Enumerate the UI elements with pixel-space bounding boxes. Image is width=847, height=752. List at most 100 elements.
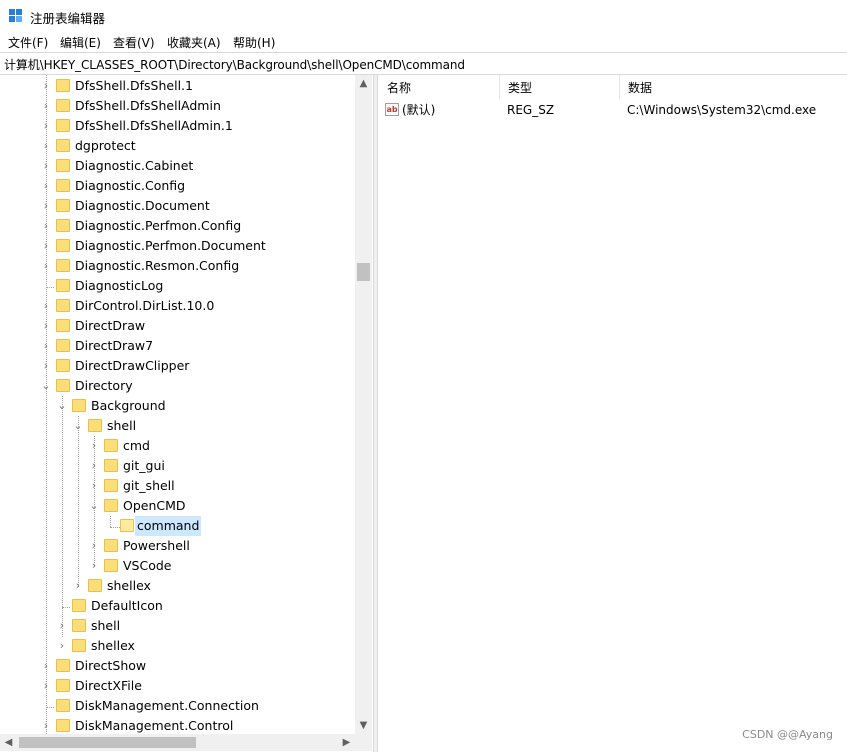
tree-item-label: Diagnostic.Config — [75, 178, 186, 193]
tree-item[interactable]: › Diagnostic.Perfmon.Config — [0, 216, 355, 236]
column-header-type[interactable]: 类型 — [500, 75, 620, 99]
chevron-right-icon[interactable]: › — [40, 136, 52, 156]
chevron-right-icon[interactable]: › — [56, 636, 68, 656]
scroll-right-arrow-icon[interactable]: ▶ — [338, 734, 355, 751]
chevron-down-icon[interactable]: ⌄ — [40, 376, 52, 396]
tree-item-label: DirectDraw — [75, 318, 146, 333]
menu-help[interactable]: 帮助(H) — [233, 34, 275, 51]
chevron-right-icon[interactable]: › — [88, 456, 100, 476]
value-row[interactable]: ab (默认) REG_SZ C:\Windows\System32\cmd.e… — [379, 100, 847, 120]
tree-item[interactable]: › Diagnostic.Resmon.Config — [0, 256, 355, 276]
chevron-down-icon[interactable]: ⌄ — [72, 416, 84, 436]
tree-item[interactable]: › Powershell — [0, 536, 355, 556]
chevron-right-icon[interactable]: › — [40, 116, 52, 136]
column-header-name[interactable]: 名称 — [379, 75, 500, 99]
chevron-right-icon[interactable]: › — [88, 536, 100, 556]
chevron-right-icon[interactable]: › — [40, 256, 52, 276]
chevron-right-icon[interactable]: › — [72, 576, 84, 596]
tree-item[interactable]: › Diagnostic.Perfmon.Document — [0, 236, 355, 256]
chevron-right-icon[interactable]: › — [56, 616, 68, 636]
tree-item[interactable]: DefaultIcon — [0, 596, 355, 616]
chevron-down-icon[interactable]: ⌄ — [88, 496, 100, 516]
folder-icon — [56, 179, 70, 192]
pane-splitter[interactable] — [373, 75, 378, 752]
chevron-right-icon[interactable]: › — [40, 356, 52, 376]
chevron-right-icon[interactable]: › — [88, 556, 100, 576]
chevron-right-icon[interactable]: › — [40, 336, 52, 356]
tree-item[interactable]: › dgprotect — [0, 136, 355, 156]
tree-item[interactable]: › Diagnostic.Document — [0, 196, 355, 216]
values-list[interactable]: 名称 类型 数据 ab (默认) REG_SZ C:\Windows\Syste… — [379, 75, 847, 752]
tree-item[interactable]: › DirControl.DirList.10.0 — [0, 296, 355, 316]
tree-item-label: Background — [91, 398, 166, 413]
tree-item[interactable]: › git_gui — [0, 456, 355, 476]
tree-item[interactable]: DiskManagement.Connection — [0, 696, 355, 716]
chevron-right-icon[interactable]: › — [40, 296, 52, 316]
scroll-up-arrow-icon[interactable]: ▲ — [355, 75, 372, 92]
tree-item[interactable]: DiagnosticLog — [0, 276, 355, 296]
address-path[interactable]: 计算机\HKEY_CLASSES_ROOT\Directory\Backgrou… — [4, 56, 465, 73]
chevron-right-icon[interactable]: › — [40, 156, 52, 176]
tree-item-selected[interactable]: command — [0, 516, 355, 536]
tree-item[interactable]: › git_shell — [0, 476, 355, 496]
scroll-left-arrow-icon[interactable]: ◀ — [0, 734, 17, 751]
chevron-right-icon[interactable]: › — [88, 436, 100, 456]
tree-item[interactable]: ⌄ OpenCMD — [0, 496, 355, 516]
tree-item[interactable]: › DirectDraw — [0, 316, 355, 336]
tree-item[interactable]: ⌄ shell — [0, 416, 355, 436]
tree-item[interactable]: › shellex — [0, 576, 355, 596]
chevron-right-icon[interactable]: › — [40, 236, 52, 256]
folder-icon — [104, 539, 118, 552]
watermark: CSDN @@Ayang — [742, 728, 833, 741]
tree-item-label: shell — [107, 418, 137, 433]
chevron-right-icon[interactable]: › — [40, 316, 52, 336]
chevron-right-icon[interactable]: › — [40, 216, 52, 236]
tree-item[interactable]: › DirectShow — [0, 656, 355, 676]
tree-item-label: shellex — [107, 578, 151, 593]
tree-item[interactable]: › shell — [0, 616, 355, 636]
tree-item[interactable]: › Diagnostic.Cabinet — [0, 156, 355, 176]
folder-icon — [104, 439, 118, 452]
chevron-right-icon[interactable]: › — [40, 196, 52, 216]
menu-view[interactable]: 查看(V) — [113, 34, 155, 51]
menu-file[interactable]: 文件(F) — [8, 34, 48, 51]
address-bar[interactable]: 计算机\HKEY_CLASSES_ROOT\Directory\Backgrou… — [0, 52, 847, 75]
tree-item[interactable]: › Diagnostic.Config — [0, 176, 355, 196]
tree-item[interactable]: › VSCode — [0, 556, 355, 576]
tree-item[interactable]: › DfsShell.DfsShellAdmin — [0, 96, 355, 116]
chevron-right-icon[interactable]: › — [40, 716, 52, 736]
chevron-right-icon[interactable]: › — [40, 656, 52, 676]
menu-favorites[interactable]: 收藏夹(A) — [167, 34, 221, 51]
tree-item[interactable]: › cmd — [0, 436, 355, 456]
tree-item[interactable]: ⌄ Background — [0, 396, 355, 416]
tree-item[interactable]: › shellex — [0, 636, 355, 656]
tree-item[interactable]: › DirectDrawClipper — [0, 356, 355, 376]
chevron-right-icon[interactable]: › — [40, 76, 52, 96]
folder-icon — [56, 719, 70, 732]
chevron-down-icon[interactable]: ⌄ — [56, 396, 68, 416]
chevron-right-icon[interactable]: › — [40, 176, 52, 196]
scroll-thumb[interactable] — [19, 737, 196, 748]
registry-key-tree[interactable]: › DfsShell.DfsShell.1 › DfsShell.DfsShel… — [0, 75, 373, 752]
folder-icon — [56, 139, 70, 152]
menu-edit[interactable]: 编辑(E) — [60, 34, 101, 51]
scroll-thumb[interactable] — [357, 263, 370, 281]
column-header-data[interactable]: 数据 — [620, 75, 847, 99]
folder-icon — [88, 419, 102, 432]
tree-horizontal-scrollbar[interactable]: ◀ ▶ — [0, 734, 355, 751]
tree-item[interactable]: ⌄ Directory — [0, 376, 355, 396]
tree-item-label: command — [135, 516, 202, 536]
chevron-right-icon[interactable]: › — [40, 676, 52, 696]
tree-item-label: Diagnostic.Perfmon.Config — [75, 218, 242, 233]
chevron-right-icon[interactable]: › — [40, 96, 52, 116]
scroll-down-arrow-icon[interactable]: ▼ — [355, 717, 372, 734]
tree-item[interactable]: › DiskManagement.Control — [0, 716, 355, 736]
chevron-right-icon[interactable]: › — [88, 476, 100, 496]
tree-item[interactable]: › DfsShell.DfsShell.1 — [0, 76, 355, 96]
tree-item[interactable]: › DfsShell.DfsShellAdmin.1 — [0, 116, 355, 136]
value-name: (默认) — [402, 103, 436, 117]
tree-item[interactable]: › DirectXFile — [0, 676, 355, 696]
tree-item[interactable]: › DirectDraw7 — [0, 336, 355, 356]
tree-vertical-scrollbar[interactable]: ▲ ▼ — [355, 75, 372, 734]
tree-item-label: Directory — [75, 378, 133, 393]
